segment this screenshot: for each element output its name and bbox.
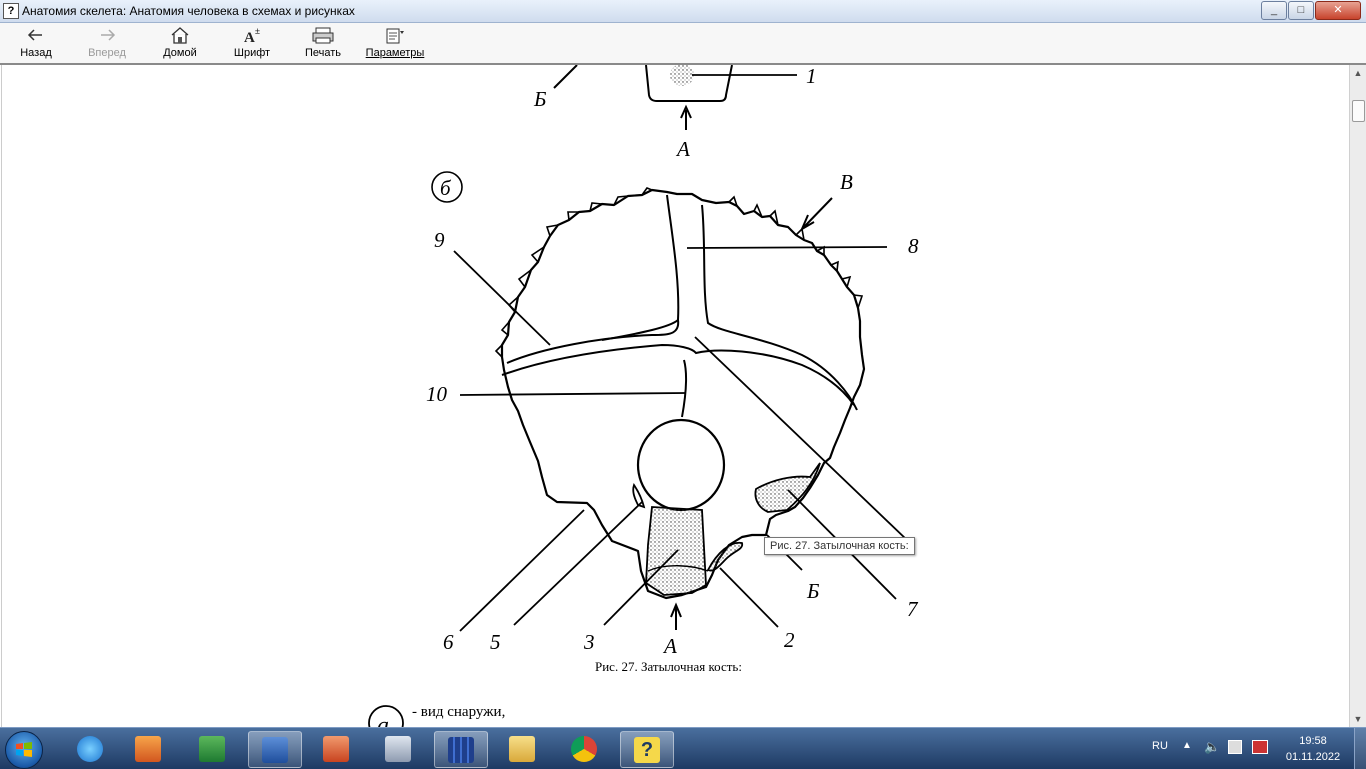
label-v: В: [840, 170, 853, 194]
taskbar-file-explorer[interactable]: [496, 731, 548, 766]
word-icon: [262, 737, 288, 763]
legend-text: - вид снаружи,: [412, 704, 506, 720]
taskbar-ie[interactable]: [64, 731, 116, 766]
options-button[interactable]: Параметры: [364, 23, 426, 63]
maximize-button[interactable]: □: [1288, 1, 1314, 20]
chrome-icon: [571, 736, 597, 762]
label-b-bottom: Б: [806, 579, 819, 603]
label-10: 10: [426, 382, 448, 406]
powerpoint-icon: [323, 736, 349, 762]
taskbar: ? RU ▲ 🔈 19:58 01.11.2022: [0, 727, 1366, 769]
scroll-thumb[interactable]: [1352, 100, 1365, 122]
taskbar-help[interactable]: ?: [620, 731, 674, 768]
taskbar-books[interactable]: [434, 731, 488, 768]
options-icon: [386, 28, 404, 44]
window-title: Анатомия скелета: Анатомия человека в сх…: [22, 4, 355, 18]
minimize-button[interactable]: _: [1261, 1, 1287, 20]
ie-icon: [77, 736, 103, 762]
label-3: 3: [583, 630, 595, 654]
start-button[interactable]: [5, 731, 43, 769]
help-toolbar: Назад Вперед Домой A ± Шрифт Печать Пара…: [0, 23, 1366, 65]
system-clock[interactable]: 19:58 01.11.2022: [1282, 733, 1344, 765]
forward-button[interactable]: Вперед: [84, 23, 130, 63]
help-icon: ?: [634, 737, 660, 763]
show-desktop-button[interactable]: [1354, 728, 1366, 769]
back-button[interactable]: Назад: [14, 23, 58, 63]
label-8: 8: [908, 234, 919, 258]
home-label: Домой: [163, 47, 197, 59]
file-explorer-icon: [509, 736, 535, 762]
home-icon: [171, 27, 189, 44]
figure-caption: Рис. 27. Затылочная кость:: [595, 659, 742, 674]
label-7: 7: [907, 597, 919, 621]
image-tooltip: Рис. 27. Затылочная кость:: [764, 537, 915, 555]
label-b-top: Б: [533, 87, 546, 111]
language-indicator[interactable]: RU: [1152, 740, 1168, 752]
topic-content-pane[interactable]: Б 1 А б В 8 9 10 6 5 3 А 2 Б 7 а: [1, 65, 1349, 727]
clock-time: 19:58: [1299, 735, 1327, 747]
print-button[interactable]: Печать: [300, 23, 346, 63]
font-label: Шрифт: [233, 47, 271, 59]
tray-expand-icon[interactable]: ▲: [1182, 740, 1192, 751]
taskbar-calculator[interactable]: [372, 731, 424, 766]
scroll-down-arrow[interactable]: ▼: [1350, 711, 1366, 727]
clock-date: 01.11.2022: [1285, 751, 1341, 763]
font-button[interactable]: A ± Шрифт: [230, 23, 274, 63]
legend-marker-a: а: [377, 713, 389, 727]
svg-text:A: A: [244, 30, 255, 45]
scroll-up-arrow[interactable]: ▲: [1350, 65, 1366, 81]
back-arrow-icon: [27, 29, 42, 41]
network-icon[interactable]: [1252, 740, 1268, 754]
home-button[interactable]: Домой: [158, 23, 202, 63]
forward-label: Вперед: [88, 47, 126, 59]
calculator-icon: [385, 736, 411, 762]
print-label: Печать: [304, 47, 342, 59]
close-button[interactable]: ✕: [1315, 1, 1361, 20]
back-label: Назад: [20, 47, 52, 59]
volume-icon[interactable]: 🔈: [1204, 739, 1220, 755]
taskbar-powerpoint[interactable]: [310, 731, 362, 766]
label-6: 6: [443, 630, 454, 654]
label-2: 2: [784, 628, 795, 652]
section-label-b: б: [440, 176, 452, 200]
help-book-icon: ?: [3, 3, 19, 19]
taskbar-word[interactable]: [248, 731, 302, 768]
label-9: 9: [434, 228, 445, 252]
occipital-bone-figure: Б 1 А б В 8 9 10 6 5 3 А 2 Б 7 а: [368, 65, 919, 727]
printer-icon: [312, 27, 334, 44]
window-titlebar[interactable]: ? Анатомия скелета: Анатомия человека в …: [0, 0, 1366, 23]
label-a-top: А: [675, 137, 690, 161]
windows-logo-icon: [16, 742, 32, 757]
taskbar-chrome[interactable]: [558, 731, 610, 766]
excel-icon: [199, 736, 225, 762]
options-label: Параметры: [365, 47, 425, 59]
label-5: 5: [490, 630, 501, 654]
forward-arrow-icon: [101, 29, 116, 41]
media-player-icon: [135, 736, 161, 762]
svg-text:±: ±: [255, 26, 260, 36]
font-icon: A ±: [244, 26, 260, 45]
vertical-scrollbar[interactable]: ▲ ▼: [1349, 65, 1366, 727]
taskbar-excel[interactable]: [186, 731, 238, 766]
books-icon: [448, 737, 474, 763]
action-center-icon[interactable]: [1228, 740, 1242, 754]
taskbar-media-player[interactable]: [122, 731, 174, 766]
label-a-bottom: А: [662, 634, 677, 658]
label-1: 1: [806, 65, 817, 88]
